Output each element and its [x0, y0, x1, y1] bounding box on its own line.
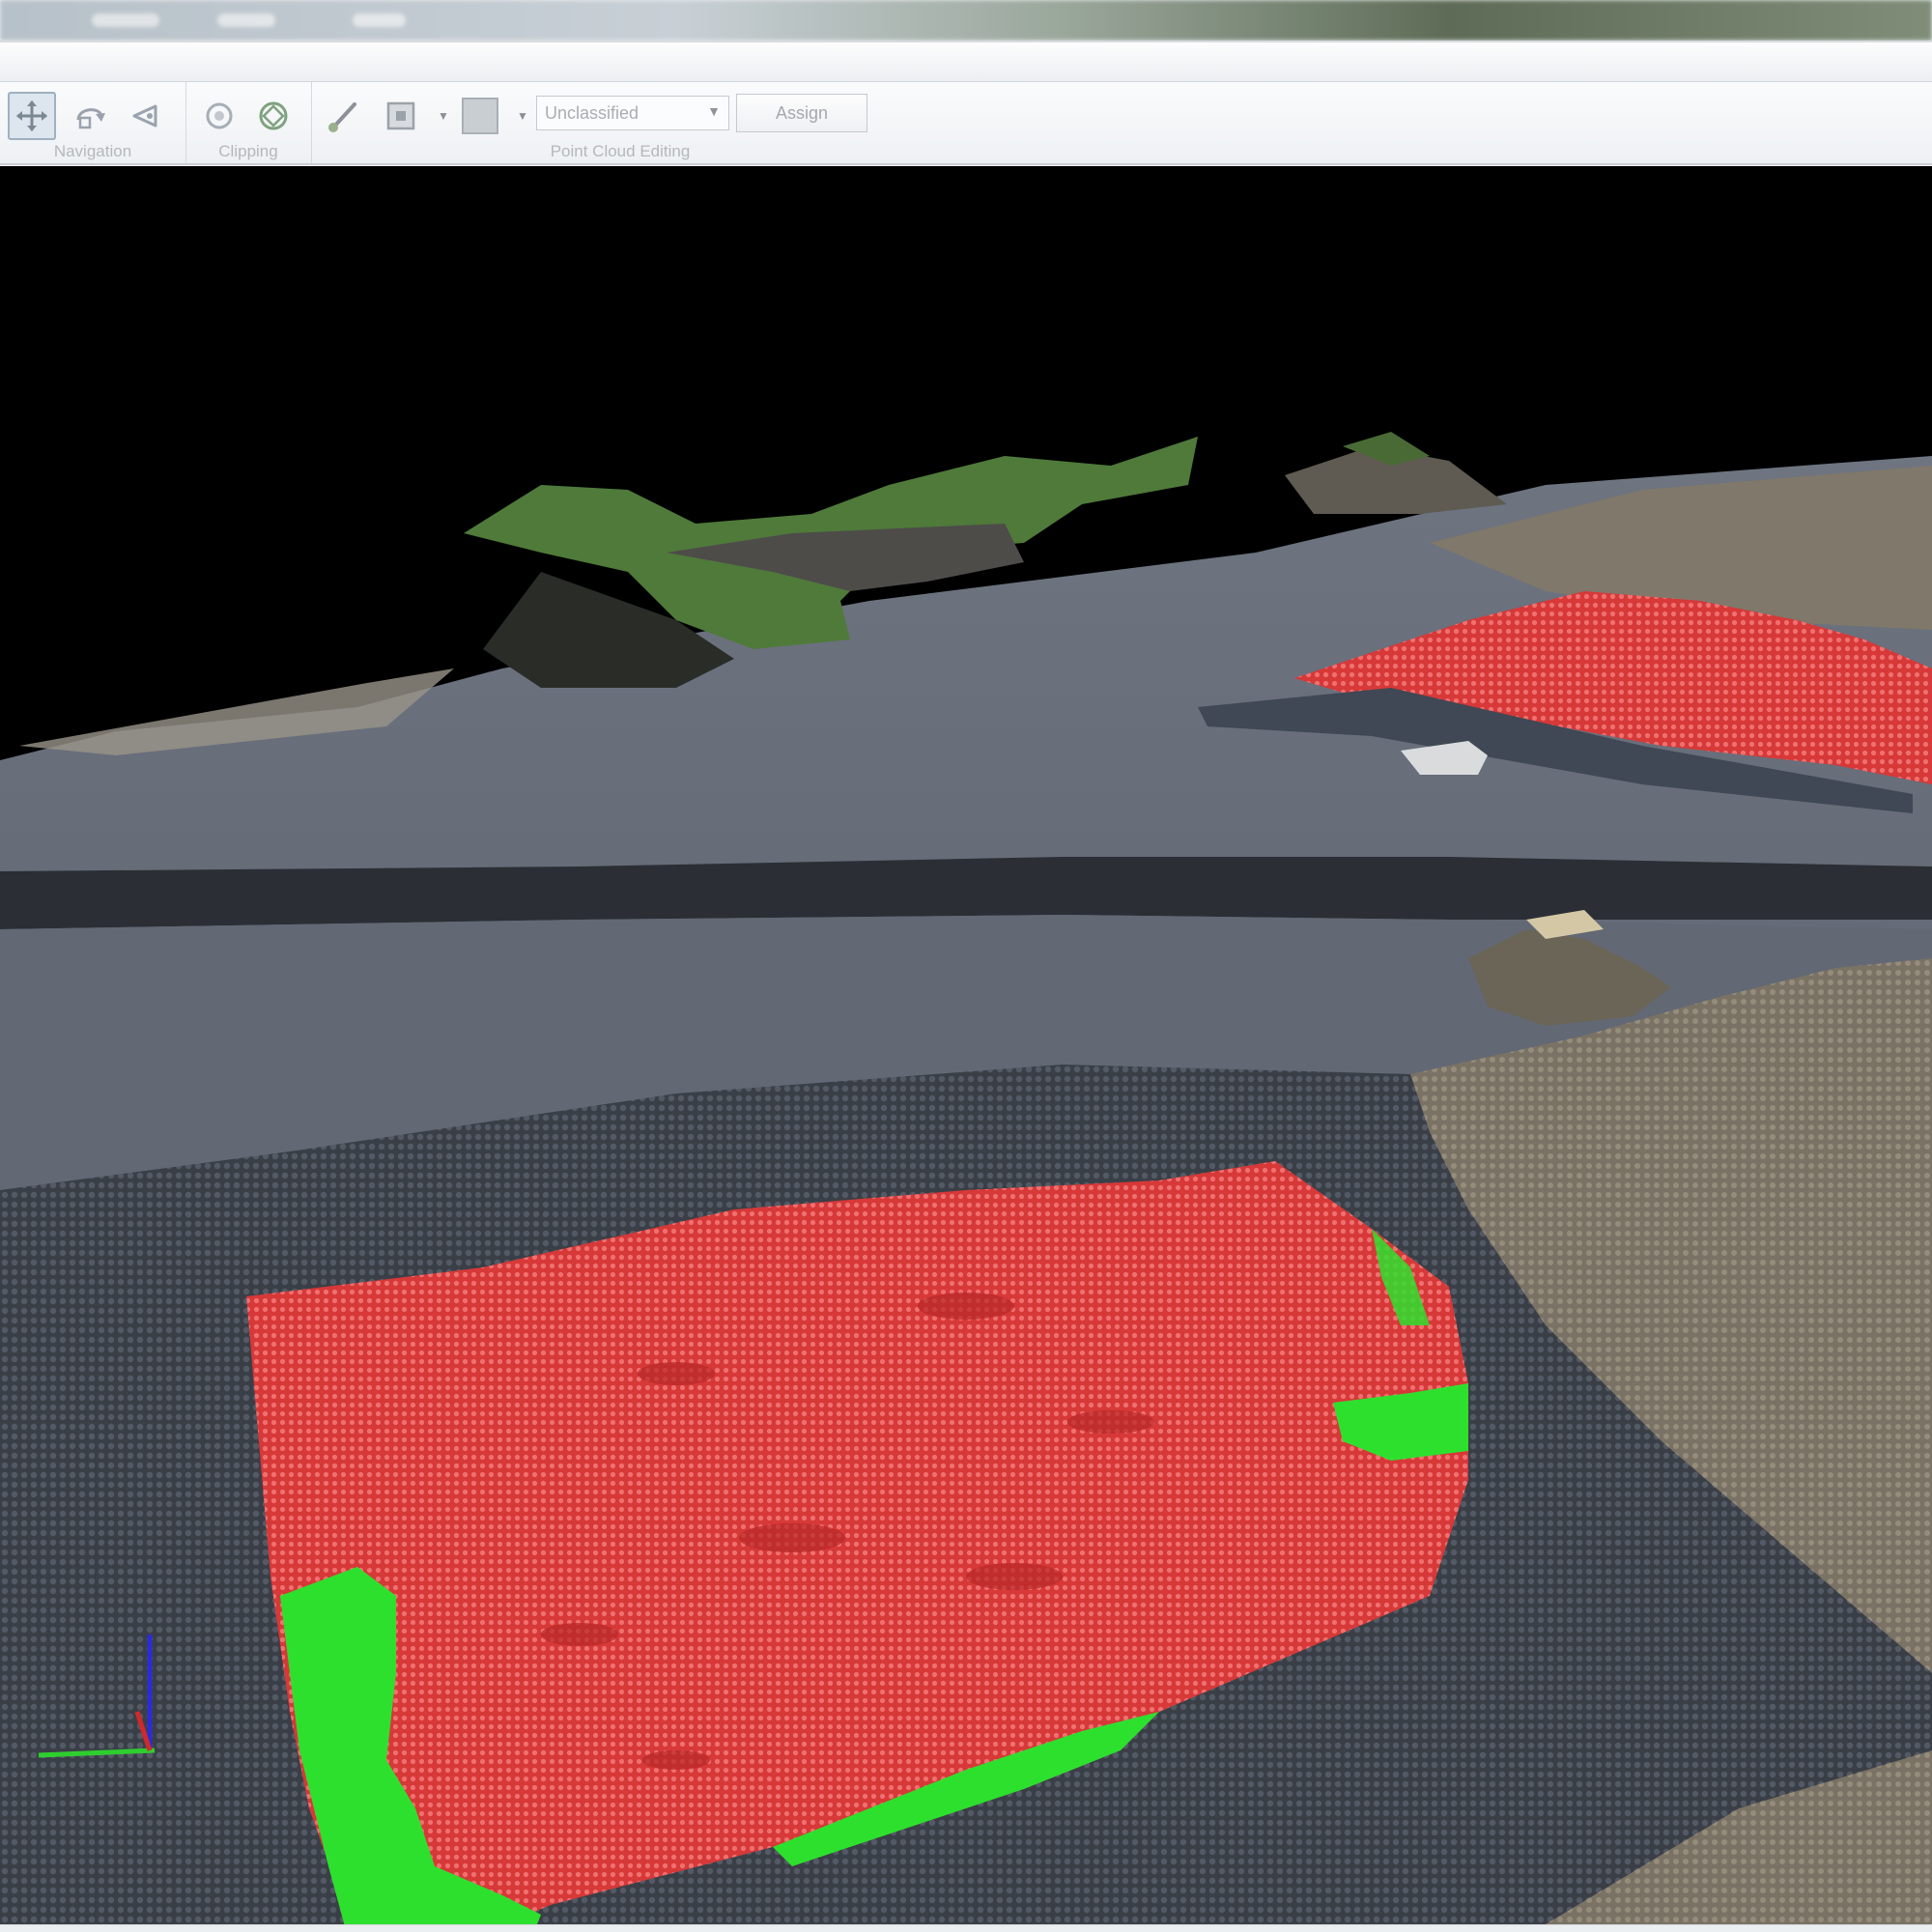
chevron-down-icon: ▼	[707, 103, 721, 119]
group-label-clipping: Clipping	[218, 142, 278, 160]
ribbon-group-navigation: Navigation	[0, 82, 186, 163]
orbit-icon	[72, 99, 107, 133]
group-label-navigation: Navigation	[53, 142, 132, 160]
orbit-button[interactable]	[66, 92, 114, 140]
desktop-blur	[353, 14, 406, 27]
group-label-point-cloud-editing: Point Cloud Editing	[550, 142, 691, 160]
brush-icon	[324, 97, 362, 135]
status-bar	[0, 1924, 1932, 1932]
clip-box-button[interactable]	[195, 92, 243, 140]
desktop-blur	[92, 14, 159, 27]
class-color-dropdown-arrow[interactable]: ▼	[516, 109, 529, 123]
point-cloud-scene	[0, 166, 1932, 1924]
ribbon-group-clipping: Clipping	[185, 82, 312, 163]
classification-select[interactable]: Unclassified ▼	[536, 96, 729, 130]
ribbon-toolbar: Navigation Clipping ▼ ▼ Point Cloud Edit…	[0, 82, 1932, 165]
look-icon	[128, 99, 163, 133]
look-around-button[interactable]	[122, 92, 170, 140]
clip-shape-icon	[254, 97, 293, 135]
assign-button[interactable]: Assign	[736, 94, 867, 132]
class-color-button[interactable]	[456, 92, 504, 140]
pan-icon	[14, 99, 49, 133]
select-mode-dropdown-arrow[interactable]: ▼	[437, 109, 450, 123]
brush-button[interactable]	[319, 92, 367, 140]
class-color-swatch	[461, 97, 499, 135]
select-region-icon	[384, 99, 418, 133]
pan-button[interactable]	[8, 92, 56, 140]
application-window: Navigation Clipping ▼ ▼ Point Cloud Edit…	[0, 41, 1932, 1932]
window-title-bar	[0, 43, 1932, 82]
select-region-button[interactable]	[377, 92, 425, 140]
clip-shape-button[interactable]	[249, 92, 298, 140]
desktop-blur	[217, 14, 275, 27]
clip-box-icon	[202, 99, 237, 133]
desktop-background	[0, 0, 1932, 41]
point-cloud-viewport[interactable]	[0, 166, 1932, 1924]
application: Navigation Clipping ▼ ▼ Point Cloud Edit…	[0, 0, 1932, 1932]
classification-select-value: Unclassified	[545, 102, 639, 123]
